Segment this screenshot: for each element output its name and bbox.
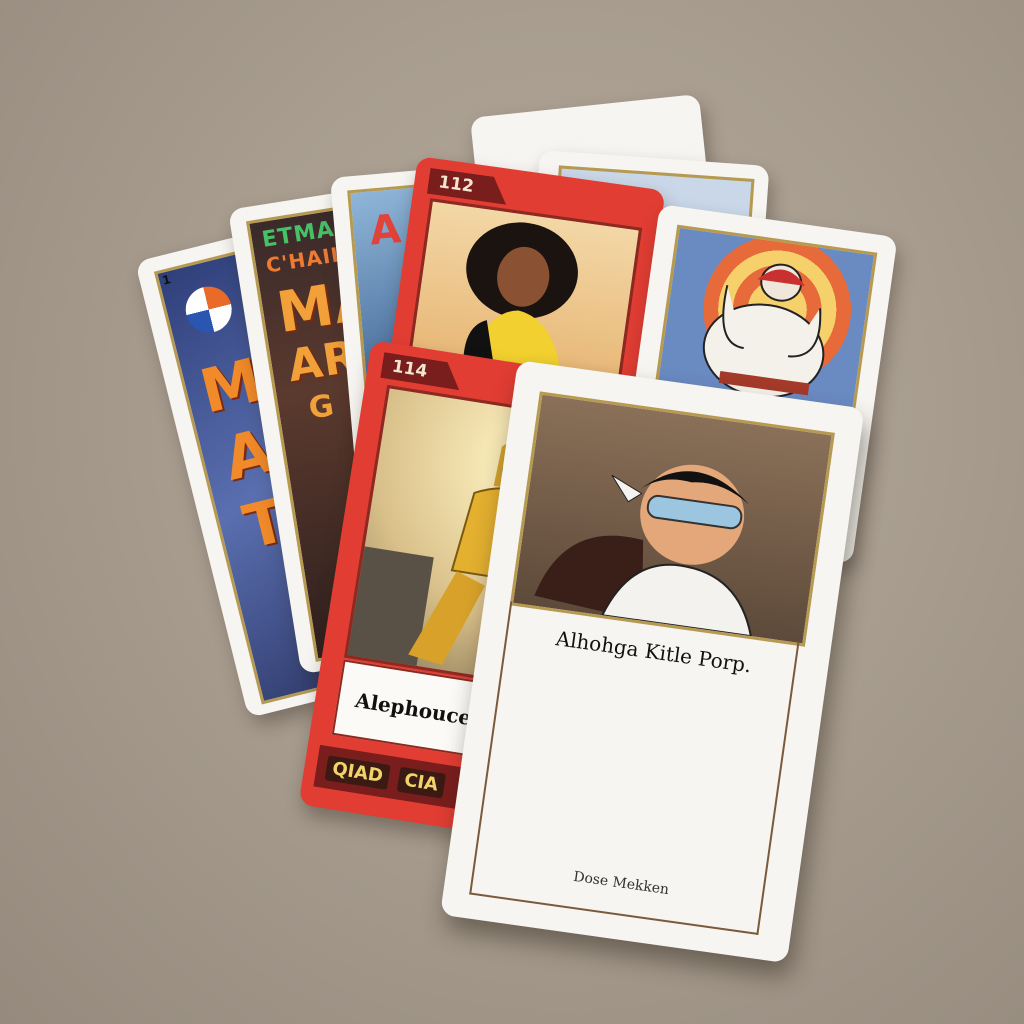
table-surface: MAT 1 ETMA C'HAIL MA AR G A 112 114 Alep… <box>0 0 1024 1024</box>
swirl-emblem-icon <box>180 281 237 338</box>
card-back-3-word: A <box>367 206 404 255</box>
card-red-114-footer-left: QIAD <box>324 754 391 790</box>
card-red-114-footer-right: CIA <box>396 766 446 799</box>
card-back-2-word-low: G <box>306 387 338 427</box>
boy-hero-illustration <box>534 464 753 638</box>
card-red-114-number: 114 <box>380 352 463 390</box>
